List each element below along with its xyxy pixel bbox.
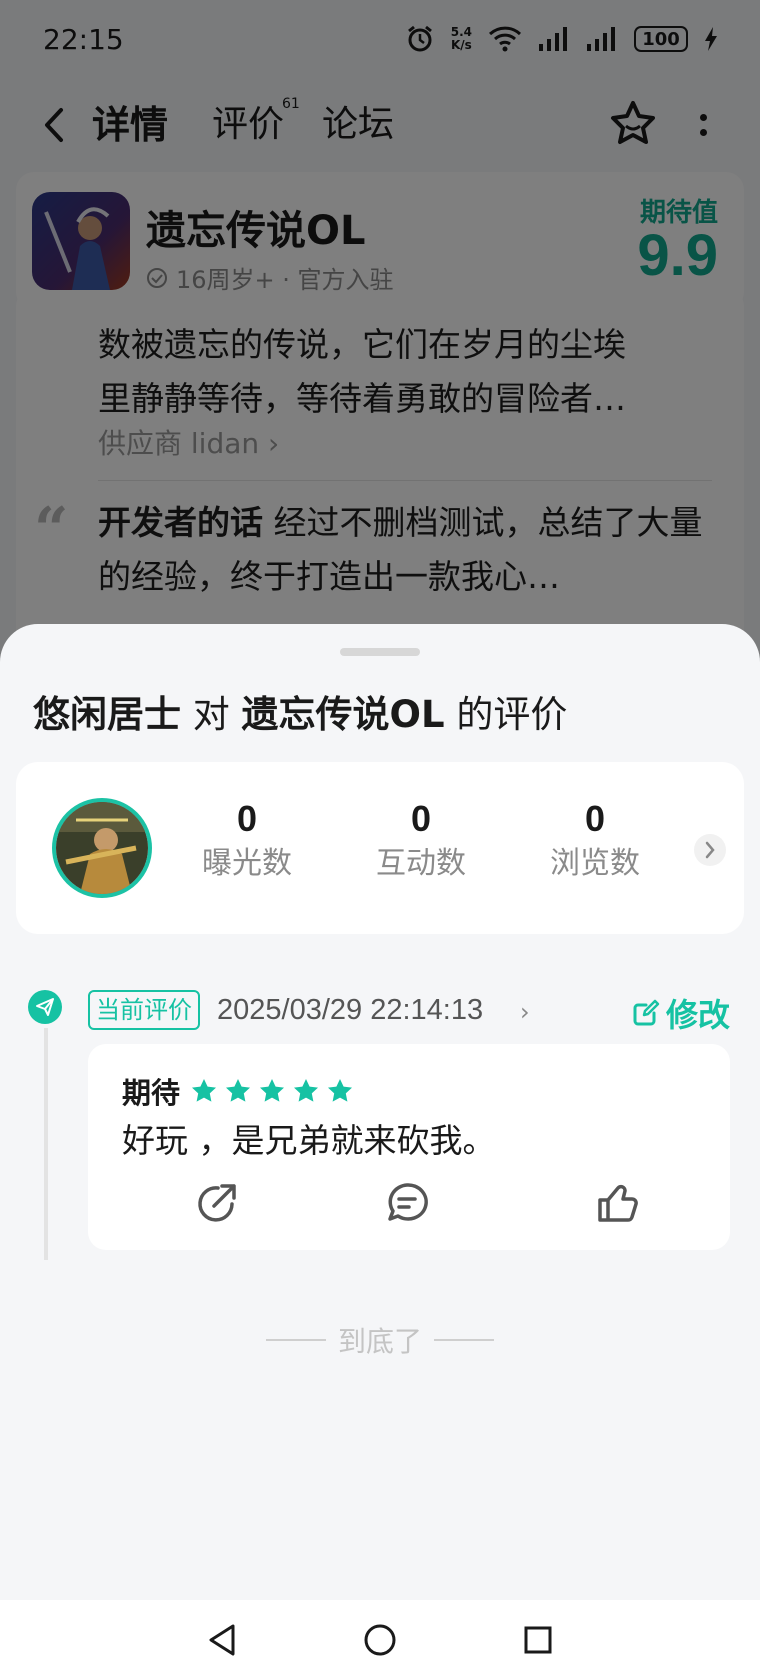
stat-interaction: 0 互动数 [356, 796, 486, 886]
stat-views-value: 0 [584, 798, 606, 839]
chevron-right-icon [705, 841, 715, 859]
stat-interaction-value: 0 [410, 798, 432, 839]
title-connector: 对 [192, 693, 230, 736]
system-recents-button[interactable] [516, 1618, 560, 1662]
system-back-button[interactable] [200, 1618, 244, 1662]
square-recents-icon [524, 1626, 552, 1654]
star-icon [226, 1079, 251, 1102]
send-icon [28, 990, 62, 1024]
star-icon [192, 1079, 217, 1102]
review-timestamp[interactable]: 2025/03/29 22:14:13 [217, 994, 483, 1027]
timestamp-chevron-icon: › [520, 998, 530, 1026]
thumbs-up-icon [598, 1184, 638, 1222]
star-icon [328, 1079, 353, 1102]
star-icon [260, 1079, 285, 1102]
rating-label: 期待 [122, 1076, 181, 1110]
rating-row: 期待 [122, 1070, 354, 1112]
review-text: 好玩 ，是兄弟就来砍我。 [122, 1121, 496, 1160]
stat-exposure-value: 0 [236, 798, 258, 839]
review-stats-card[interactable]: 0 曝光数 0 互动数 0 浏览数 [16, 762, 744, 934]
sheet-drag-handle[interactable] [340, 648, 420, 656]
edit-review-label: 修改 [666, 996, 731, 1034]
stat-views: 0 浏览数 [530, 796, 660, 886]
stat-views-label: 浏览数 [550, 846, 640, 881]
end-of-list-text: 到底了 [337, 1325, 422, 1358]
reviewed-game-name: 遗忘传说OL [241, 693, 445, 736]
circle-home-icon [364, 1624, 396, 1656]
edit-review-button[interactable]: 修改 [632, 990, 730, 1036]
triangle-back-icon [209, 1624, 235, 1656]
like-button[interactable] [596, 1180, 642, 1226]
share-button[interactable] [194, 1180, 240, 1226]
sheet-title: 悠闲居士 对 遗忘传说OL 的评价 [33, 684, 567, 738]
current-review-badge: 当前评价 [88, 990, 200, 1030]
star-icon [294, 1079, 319, 1102]
stats-more-button[interactable] [694, 834, 726, 866]
edit-icon [633, 999, 660, 1026]
timeline-line [44, 1028, 48, 1260]
share-icon [198, 1184, 236, 1222]
review-bottom-sheet: 悠闲居士 对 遗忘传说OL 的评价 0 曝光数 0 互动数 0 浏览数 当前评价… [0, 624, 760, 1600]
stat-exposure: 0 曝光数 [182, 796, 312, 886]
system-home-button[interactable] [358, 1618, 402, 1662]
review-card: 期待 好玩 ，是兄弟就来砍我。 [88, 1044, 730, 1250]
end-of-list-indicator: 到底了 [264, 1320, 496, 1360]
stat-interaction-label: 互动数 [376, 846, 466, 881]
system-nav-bar [0, 1600, 760, 1680]
title-suffix: 的评价 [456, 693, 568, 736]
reviewer-name: 悠闲居士 [33, 693, 181, 736]
comment-icon [388, 1183, 428, 1221]
comment-button[interactable] [384, 1180, 430, 1226]
avatar[interactable] [52, 798, 152, 898]
stat-exposure-label: 曝光数 [202, 846, 292, 881]
